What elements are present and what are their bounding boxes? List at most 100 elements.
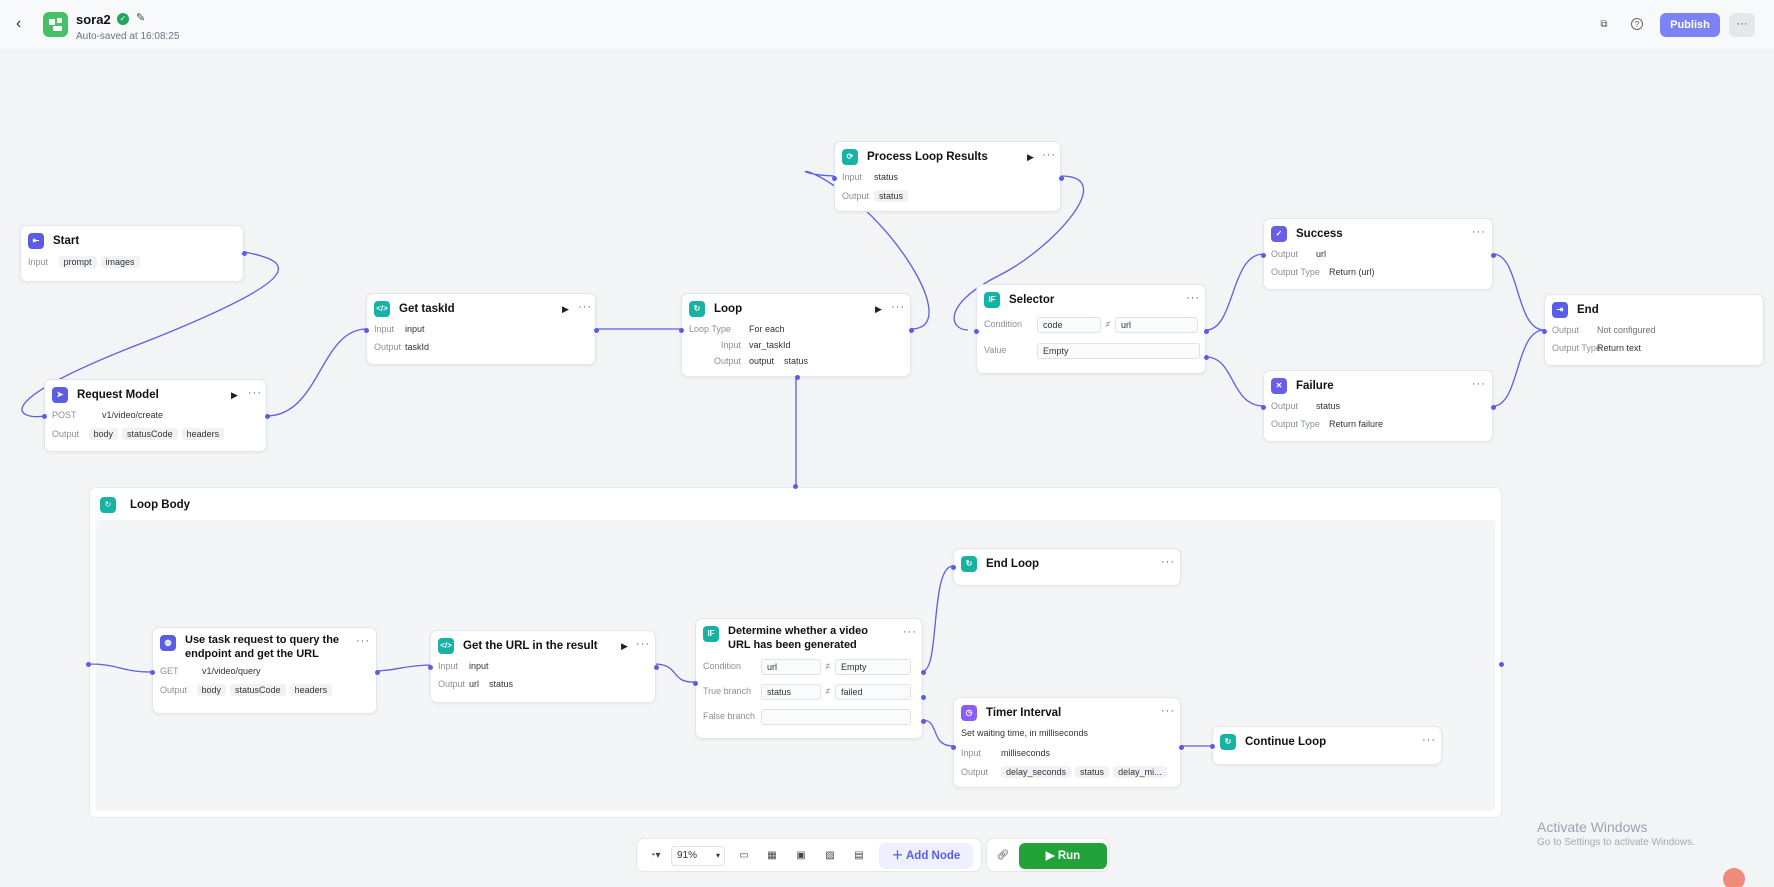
field-label: Output	[160, 685, 188, 695]
true-handle[interactable]	[1204, 329, 1209, 334]
loop-body-handle[interactable]	[795, 375, 800, 380]
output-handle[interactable]	[1179, 745, 1184, 750]
send-icon: ➤	[52, 387, 68, 403]
input-handle[interactable]	[679, 328, 684, 333]
node-failure[interactable]: ✕ Failure ··· Output status Output Type Re…	[1261, 370, 1496, 442]
grid-icon[interactable]: ▦	[763, 847, 781, 865]
run-node-icon[interactable]: ▶	[562, 304, 569, 315]
node-end-loop[interactable]: ↻ End Loop ···	[951, 548, 1181, 586]
output-handle[interactable]	[1059, 176, 1064, 181]
node-more-icon[interactable]: ···	[248, 387, 262, 399]
node-process-loop-results[interactable]: ⟳ Process Loop Results ▶ ··· Input status…	[832, 141, 1064, 212]
layout-icon[interactable]: ▣	[792, 847, 810, 865]
node-loop[interactable]: ↻ Loop ▶ ··· Loop Type For each Input var_…	[679, 293, 914, 380]
image-icon[interactable]: ▨	[821, 847, 839, 865]
true-right-field[interactable]: failed	[835, 683, 911, 700]
field-label: Output	[52, 429, 80, 439]
node-more-icon[interactable]: ···	[1472, 226, 1486, 238]
field-label: Output Type	[1271, 267, 1320, 277]
zoom-select[interactable]: 91% ▾	[671, 846, 725, 866]
condition-right-field[interactable]: Empty	[835, 658, 911, 675]
true-left-field[interactable]: status	[761, 683, 821, 700]
node-determine-url[interactable]: IF Determine whether a video URL has bee…	[693, 618, 926, 739]
output-handle[interactable]	[909, 328, 914, 333]
node-more-icon[interactable]: ···	[891, 301, 905, 313]
loop-body-top-handle[interactable]	[793, 484, 798, 489]
output-handle[interactable]	[1491, 253, 1496, 258]
condition-right-field[interactable]: url	[1115, 316, 1198, 333]
true-handle[interactable]	[921, 695, 926, 700]
add-node-button[interactable]: ＋ Add Node	[879, 843, 973, 869]
node-success[interactable]: ✓ Success ··· Output url Output Type Retur…	[1261, 218, 1496, 290]
field-label: Output	[374, 342, 402, 352]
field-label: Input	[720, 340, 741, 350]
condition-left-field[interactable]: url	[761, 658, 821, 675]
node-request-model[interactable]: ➤ Request Model ▶ ··· POST v1/video/creat…	[42, 379, 270, 452]
run-button[interactable]: ▶ Run	[1019, 843, 1107, 869]
input-handle[interactable]	[951, 745, 956, 750]
node-more-icon[interactable]: ···	[578, 301, 592, 313]
comment-icon[interactable]: ▭	[735, 847, 753, 865]
loop-body-output-handle[interactable]	[1499, 662, 1504, 667]
input-handle[interactable]	[693, 681, 698, 686]
input-handle[interactable]	[1542, 329, 1547, 334]
node-more-icon[interactable]: ···	[1186, 292, 1200, 304]
node-get-url[interactable]: </> Get the URL in the result ▶ ··· Inpu…	[428, 630, 659, 703]
loop-body-input-handle[interactable]	[86, 662, 91, 667]
run-node-icon[interactable]: ▶	[621, 641, 628, 652]
node-more-icon[interactable]: ···	[1472, 378, 1486, 390]
condition-left-field[interactable]: code	[1037, 316, 1101, 333]
node-title: End Loop	[986, 558, 1040, 570]
field-label: Input	[374, 324, 395, 334]
value-field[interactable]: Empty	[1037, 342, 1200, 359]
input-handle[interactable]	[832, 176, 837, 181]
node-end[interactable]: ⇥ End Output Not configured Output TypeRe…	[1542, 294, 1764, 366]
input-handle[interactable]	[1261, 405, 1266, 410]
input-handle[interactable]	[951, 565, 956, 570]
run-node-icon[interactable]: ▶	[1027, 152, 1034, 163]
pointer-mode-icon[interactable]: ◔▾	[644, 847, 666, 865]
output-handle[interactable]	[1491, 405, 1496, 410]
run-node-icon[interactable]: ▶	[875, 304, 882, 315]
activate-windows-subtitle: Go to Settings to activate Windows.	[1537, 837, 1695, 848]
output-handle[interactable]	[654, 665, 659, 670]
minimap-icon[interactable]: ▤	[850, 847, 868, 865]
node-more-icon[interactable]: ···	[1161, 556, 1175, 568]
node-selector[interactable]: IF Selector ··· Condition code ≠ url Value E…	[974, 284, 1209, 374]
field-label: Output Type	[1271, 419, 1320, 429]
run-node-icon[interactable]: ▶	[231, 390, 238, 401]
if-icon: IF	[984, 292, 1000, 308]
false-handle[interactable]	[1204, 355, 1209, 360]
output-handle[interactable]	[375, 670, 380, 675]
field-value: milliseconds	[1001, 748, 1051, 758]
operator: ≠	[825, 661, 831, 671]
node-more-icon[interactable]: ···	[356, 635, 370, 647]
false-branch-field[interactable]	[761, 708, 911, 725]
node-timer-interval[interactable]: ◷ Timer Interval ··· Set waiting time, i…	[951, 697, 1184, 788]
input-handle[interactable]	[428, 665, 433, 670]
condition-handle[interactable]	[921, 670, 926, 675]
node-continue-loop[interactable]: ↻ Continue Loop ···	[1210, 726, 1442, 765]
output-handle[interactable]	[265, 414, 270, 419]
false-handle[interactable]	[921, 719, 926, 724]
output-handle[interactable]	[594, 328, 599, 333]
assistant-avatar[interactable]	[1723, 868, 1745, 887]
node-get-taskid[interactable]: </> Get taskId ▶ ··· Input input Output ta…	[364, 293, 599, 365]
variable-tag: delay_seconds	[1001, 766, 1072, 778]
node-start[interactable]: ⇤ Start Input prompt images	[20, 225, 247, 282]
link-icon[interactable]: 🔗︎	[994, 847, 1012, 865]
output-handle[interactable]	[242, 251, 247, 256]
node-more-icon[interactable]: ···	[1161, 705, 1175, 717]
node-more-icon[interactable]: ···	[903, 626, 917, 638]
input-handle[interactable]	[364, 328, 369, 333]
node-more-icon[interactable]: ···	[1042, 149, 1056, 161]
input-handle[interactable]	[974, 329, 979, 334]
node-more-icon[interactable]: ···	[636, 638, 650, 650]
node-more-icon[interactable]: ···	[1422, 734, 1436, 746]
input-handle[interactable]	[1261, 253, 1266, 258]
input-handle[interactable]	[42, 414, 47, 419]
input-handle[interactable]	[150, 670, 155, 675]
node-use-task-request[interactable]: ◍ Use task request to query the endpoint…	[150, 627, 380, 714]
field-value: Return failure	[1329, 419, 1384, 429]
input-handle[interactable]	[1210, 744, 1215, 749]
